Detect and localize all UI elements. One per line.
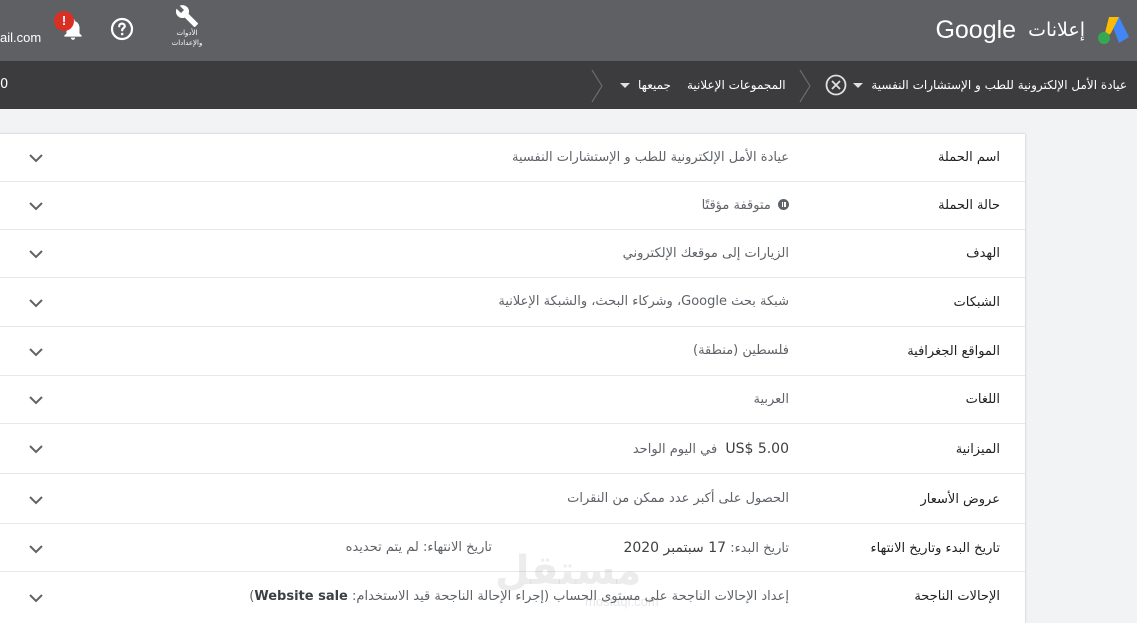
notification-badge: !: [54, 11, 74, 31]
ad-groups-selector[interactable]: جميعها المجموعات الإعلانية: [620, 61, 786, 109]
chevron-down-icon[interactable]: [28, 495, 44, 505]
conversions-action: Website sale: [254, 589, 348, 604]
breadcrumb-bar: عيادة الأمل الإلكترونية للطب و الإستشارا…: [0, 61, 1137, 109]
setting-label: اللغات: [965, 392, 1000, 407]
google-ads-logo-icon: [1098, 17, 1129, 44]
clear-selection-icon[interactable]: [825, 74, 847, 96]
setting-label: الشبكات: [953, 295, 1000, 310]
setting-row-campaign-status[interactable]: حالة الحملة متوقفة مؤقتًا: [0, 182, 1025, 230]
setting-row-languages[interactable]: اللغات العربية: [0, 376, 1025, 424]
end-date-value: لم يتم تحديده: [345, 540, 419, 555]
setting-value: الزيارات إلى موقعك الإلكتروني: [622, 246, 789, 261]
chevron-down-icon[interactable]: [28, 298, 44, 308]
campaign-selector[interactable]: عيادة الأمل الإلكترونية للطب و الإستشارا…: [853, 61, 1127, 109]
end-date: تاريخ الانتهاء: لم يتم تحديده: [346, 540, 492, 555]
chevron-down-icon[interactable]: [28, 544, 44, 554]
brand[interactable]: إعلانات Google: [935, 12, 1131, 48]
budget-amount: US$ 5.00: [725, 441, 789, 457]
setting-value: شبكة بحث Google، وشركاء البحث، والشبكة ا…: [498, 294, 789, 309]
setting-value: عيادة الأمل الإلكترونية للطب و الإستشارا…: [512, 150, 789, 165]
chevron-down-icon[interactable]: [28, 395, 44, 405]
start-date: تاريخ البدء: 17 سبتمبر 2020: [623, 540, 789, 556]
watermark: مستقل: [495, 548, 642, 594]
paused-icon: [778, 199, 789, 210]
setting-row-locations[interactable]: المواقع الجغرافية فلسطين (منطقة): [0, 327, 1025, 376]
setting-row-networks[interactable]: الشبكات شبكة بحث Google، وشركاء البحث، و…: [0, 278, 1025, 327]
setting-label: المواقع الجغرافية: [907, 344, 1000, 359]
ad-groups-label: المجموعات الإعلانية: [686, 78, 786, 92]
tools-label-line2: والإعدادات: [171, 39, 203, 47]
breadcrumb-separator-icon: [591, 69, 603, 103]
ad-groups-value: جميعها: [638, 78, 671, 92]
setting-label: الميزانية: [955, 442, 1000, 457]
setting-row-budget[interactable]: الميزانية US$ 5.00 في اليوم الواحد: [0, 424, 1025, 474]
watermark-url: mostaql.com: [585, 594, 659, 609]
chevron-down-icon[interactable]: [28, 444, 44, 454]
setting-label: عروض الأسعار: [920, 492, 1001, 507]
setting-value: US$ 5.00 في اليوم الواحد: [633, 441, 789, 457]
chevron-down-icon: [620, 82, 630, 88]
help-icon[interactable]: [110, 17, 134, 41]
chevron-down-icon[interactable]: [28, 347, 44, 357]
setting-label: الهدف: [966, 246, 1000, 261]
end-date-label: تاريخ الانتهاء:: [422, 540, 492, 555]
start-date-label: تاريخ البدء:: [730, 541, 789, 556]
top-app-bar: إعلانات Google الأدوات والإعدادات ! ail.…: [0, 0, 1137, 61]
breadcrumb-separator-icon: [799, 69, 811, 103]
setting-value: العربية: [753, 392, 789, 407]
setting-row-campaign-name[interactable]: اسم الحملة عيادة الأمل الإلكترونية للطب …: [0, 134, 1025, 182]
google-wordmark: Google: [935, 15, 1017, 44]
wrench-icon: [175, 5, 198, 27]
breadcrumb-overflow[interactable]: 0: [0, 77, 8, 92]
setting-value: فلسطين (منطقة): [693, 343, 789, 358]
setting-row-bidding[interactable]: عروض الأسعار الحصول على أكبر عدد ممكن من…: [0, 474, 1025, 524]
product-name: إعلانات: [1028, 19, 1085, 41]
chevron-down-icon: [853, 82, 864, 88]
campaign-name: عيادة الأمل الإلكترونية للطب و الإستشارا…: [871, 78, 1127, 92]
setting-label: الإحالات الناجحة: [914, 589, 1000, 604]
chevron-down-icon[interactable]: [28, 249, 44, 259]
setting-row-goal[interactable]: الهدف الزيارات إلى موقعك الإلكتروني: [0, 230, 1025, 278]
chevron-down-icon[interactable]: [28, 201, 44, 211]
status-text: متوقفة مؤقتًا: [701, 198, 771, 213]
chevron-down-icon[interactable]: [28, 153, 44, 163]
setting-value: متوقفة مؤقتًا: [702, 198, 789, 213]
setting-value: الحصول على أكبر عدد ممكن من النقرات: [567, 491, 789, 506]
budget-period: في اليوم الواحد: [632, 442, 718, 457]
account-email[interactable]: ail.com: [0, 30, 41, 45]
tools-and-settings-button[interactable]: الأدوات والإعدادات: [164, 4, 210, 54]
setting-label: حالة الحملة: [938, 198, 1000, 213]
tools-label-line1: الأدوات: [176, 29, 198, 37]
setting-label: تاريخ البدء وتاريخ الانتهاء: [870, 541, 1000, 556]
setting-label: اسم الحملة: [937, 150, 1000, 165]
chevron-down-icon[interactable]: [28, 593, 44, 603]
